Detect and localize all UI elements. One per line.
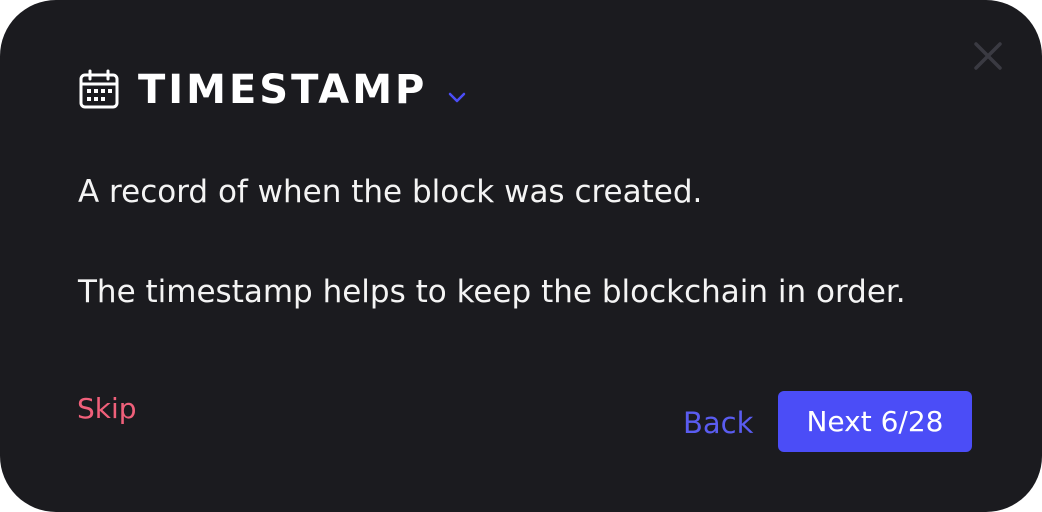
- close-button[interactable]: [968, 36, 1008, 76]
- description-line: A record of when the block was created.: [78, 174, 703, 210]
- chevron-down-icon[interactable]: [445, 85, 469, 109]
- popup-header: TIMESTAMP: [78, 62, 469, 118]
- close-icon: [974, 42, 1002, 70]
- description-line: The timestamp helps to keep the blockcha…: [78, 274, 906, 310]
- popup-title: TIMESTAMP: [138, 67, 428, 113]
- tour-popup: TIMESTAMP A record of when the block was…: [0, 0, 1042, 512]
- next-button[interactable]: Next 6/28: [778, 391, 972, 452]
- skip-link[interactable]: Skip: [77, 389, 137, 429]
- back-button[interactable]: Back: [683, 403, 753, 443]
- calendar-icon: [79, 69, 119, 109]
